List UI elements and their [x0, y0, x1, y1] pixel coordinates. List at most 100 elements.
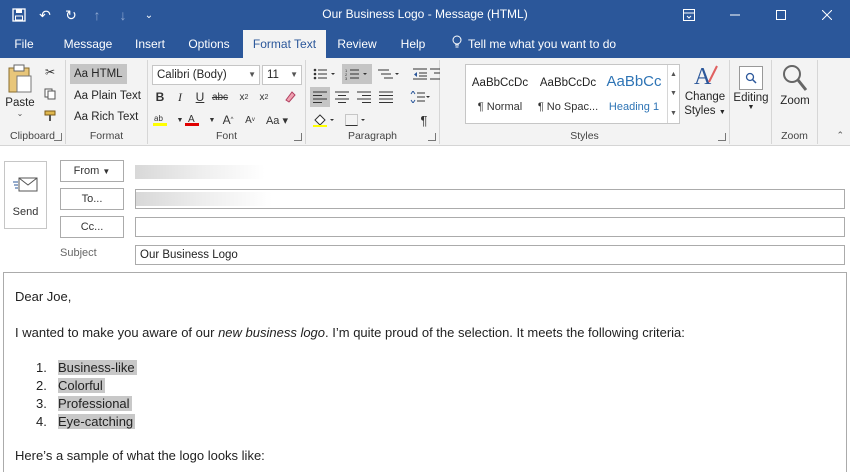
- styles-launcher-icon[interactable]: [718, 133, 726, 141]
- tab-review[interactable]: Review: [332, 30, 382, 58]
- chevron-down-icon: ▼: [290, 70, 298, 79]
- align-center-icon[interactable]: [332, 87, 352, 107]
- intro-paragraph: I wanted to make you aware of our new bu…: [15, 325, 685, 340]
- group-clipboard: Paste ⌄ ✂ Clipboard: [0, 60, 66, 144]
- paragraph-launcher-icon[interactable]: [428, 133, 436, 141]
- clear-formatting-icon[interactable]: [280, 87, 300, 107]
- chevron-down-icon: ▼: [248, 70, 256, 79]
- show-formatting-marks-icon[interactable]: ¶: [414, 110, 434, 130]
- to-value-redacted: [136, 192, 272, 206]
- lightbulb-icon: [452, 30, 462, 58]
- from-button[interactable]: From ▼: [60, 160, 124, 182]
- copy-icon[interactable]: [40, 84, 60, 104]
- to-button[interactable]: To...: [60, 188, 124, 210]
- editing-button[interactable]: Editing ▼: [732, 64, 770, 130]
- message-body[interactable]: Dear Joe, I wanted to make you aware of …: [3, 272, 847, 472]
- grow-font-icon[interactable]: A ^: [218, 110, 238, 130]
- strikethrough-icon[interactable]: abc: [210, 87, 230, 107]
- collapse-ribbon-icon[interactable]: ⌃: [836, 130, 844, 141]
- tell-me-text: Tell me what you want to do: [468, 37, 617, 51]
- font-size-combo[interactable]: 11 ▼: [262, 65, 302, 85]
- tab-file[interactable]: File: [6, 30, 42, 58]
- styles-scroll[interactable]: ▲ ▼ ▼: [667, 65, 679, 123]
- send-button[interactable]: Send: [4, 161, 47, 229]
- style-heading-1[interactable]: AaBbCc Heading 1: [600, 65, 668, 123]
- ribbon: Paste ⌄ ✂ Clipboard Aa HTML Aa Plain Tex…: [0, 58, 850, 146]
- font-color-icon[interactable]: A: [182, 110, 202, 130]
- chevron-down-icon: ▼: [102, 167, 111, 176]
- change-styles-button[interactable]: A Change Styles ▼: [684, 62, 726, 128]
- clipboard-icon: [8, 64, 32, 93]
- tab-options[interactable]: Options: [182, 30, 236, 58]
- font-launcher-icon[interactable]: [294, 133, 302, 141]
- title-bar: ↶ ↻ ↑ ↓ ⌄ Our Business Logo - Message (H…: [0, 0, 850, 30]
- underline-icon[interactable]: U: [190, 87, 210, 107]
- multilevel-list-icon[interactable]: [374, 64, 404, 84]
- highlight-icon[interactable]: ab: [150, 110, 170, 130]
- clipboard-launcher-icon[interactable]: [54, 133, 62, 141]
- greeting: Dear Joe,: [15, 289, 72, 304]
- tab-help[interactable]: Help: [393, 30, 433, 58]
- format-plain-text-button[interactable]: Aa Plain Text: [74, 86, 141, 106]
- paste-button[interactable]: Paste ⌄: [4, 62, 36, 122]
- more-styles-icon[interactable]: ▼: [670, 110, 677, 117]
- list-item: 3. Professional: [36, 396, 132, 411]
- styles-gallery: AaBbCcDc ¶ Normal AaBbCcDc ¶ No Spac... …: [465, 64, 680, 124]
- format-rich-text-button[interactable]: Aa Rich Text: [74, 107, 138, 127]
- group-format: Aa HTML Aa Plain Text Aa Rich Text Forma…: [66, 60, 148, 144]
- justify-icon[interactable]: [376, 87, 396, 107]
- align-right-icon[interactable]: [354, 87, 374, 107]
- style-no-spacing[interactable]: AaBbCcDc ¶ No Spac...: [534, 65, 602, 123]
- tab-insert[interactable]: Insert: [128, 30, 172, 58]
- decrease-indent-icon[interactable]: [410, 64, 430, 84]
- align-left-icon[interactable]: [310, 87, 330, 107]
- bold-icon[interactable]: B: [150, 87, 170, 107]
- ribbon-display-icon[interactable]: [666, 0, 712, 30]
- svg-text:3: 3: [345, 76, 348, 80]
- borders-icon[interactable]: [342, 110, 372, 130]
- maximize-icon[interactable]: [758, 0, 804, 30]
- zoom-button[interactable]: Zoom: [776, 64, 814, 120]
- subject-label: Subject: [60, 247, 97, 259]
- list-item: 2. Colorful: [36, 378, 105, 393]
- font-name-combo[interactable]: Calibri (Body) ▼: [152, 65, 260, 85]
- svg-text:A: A: [694, 64, 712, 88]
- scroll-down-icon[interactable]: ▼: [670, 90, 677, 97]
- group-font: Calibri (Body) ▼ 11 ▼ B I U abc x2 x2 ab ▼…: [148, 60, 306, 144]
- format-html-button[interactable]: Aa HTML: [70, 64, 127, 84]
- outro-paragraph: Here’s a sample of what the logo looks l…: [15, 448, 265, 463]
- increase-indent-icon[interactable]: [430, 64, 440, 84]
- subject-field[interactable]: Our Business Logo: [135, 245, 845, 265]
- subscript-icon[interactable]: x2: [234, 87, 254, 107]
- minimize-icon[interactable]: [712, 0, 758, 30]
- cc-button[interactable]: Cc...: [60, 216, 124, 238]
- scroll-up-icon[interactable]: ▲: [670, 71, 677, 78]
- numbering-icon[interactable]: 123: [342, 64, 372, 84]
- style-normal[interactable]: AaBbCcDc ¶ Normal: [466, 65, 534, 123]
- group-zoom: Zoom Zoom: [772, 60, 818, 144]
- superscript-icon[interactable]: x2: [254, 87, 274, 107]
- window-controls: [666, 0, 850, 30]
- italic-icon[interactable]: I: [170, 87, 190, 107]
- chevron-down-icon: ▼: [747, 104, 755, 111]
- format-painter-icon[interactable]: [40, 106, 60, 126]
- change-styles-icon: A: [694, 64, 718, 90]
- tab-format-text[interactable]: Format Text: [243, 30, 326, 58]
- cut-icon[interactable]: ✂: [40, 62, 60, 82]
- ribbon-tabs: File Message Insert Options Format Text …: [0, 30, 850, 58]
- shrink-font-icon[interactable]: Av: [240, 110, 260, 130]
- group-editing: Editing ▼: [730, 60, 772, 144]
- shading-icon[interactable]: [310, 110, 340, 130]
- cc-field[interactable]: [135, 217, 845, 237]
- change-case-icon[interactable]: Aa ▾: [264, 110, 290, 130]
- send-icon: [12, 177, 37, 192]
- close-icon[interactable]: [804, 0, 850, 30]
- from-value-redacted: [135, 165, 265, 179]
- line-spacing-icon[interactable]: [406, 87, 434, 107]
- bullets-icon[interactable]: [310, 64, 340, 84]
- tell-me-box[interactable]: Tell me what you want to do: [452, 30, 616, 58]
- group-paragraph: 123 ¶ Paragraph: [306, 60, 440, 144]
- svg-text:ab: ab: [154, 114, 163, 123]
- tab-message[interactable]: Message: [58, 30, 118, 58]
- chevron-down-icon: ▼: [718, 109, 726, 116]
